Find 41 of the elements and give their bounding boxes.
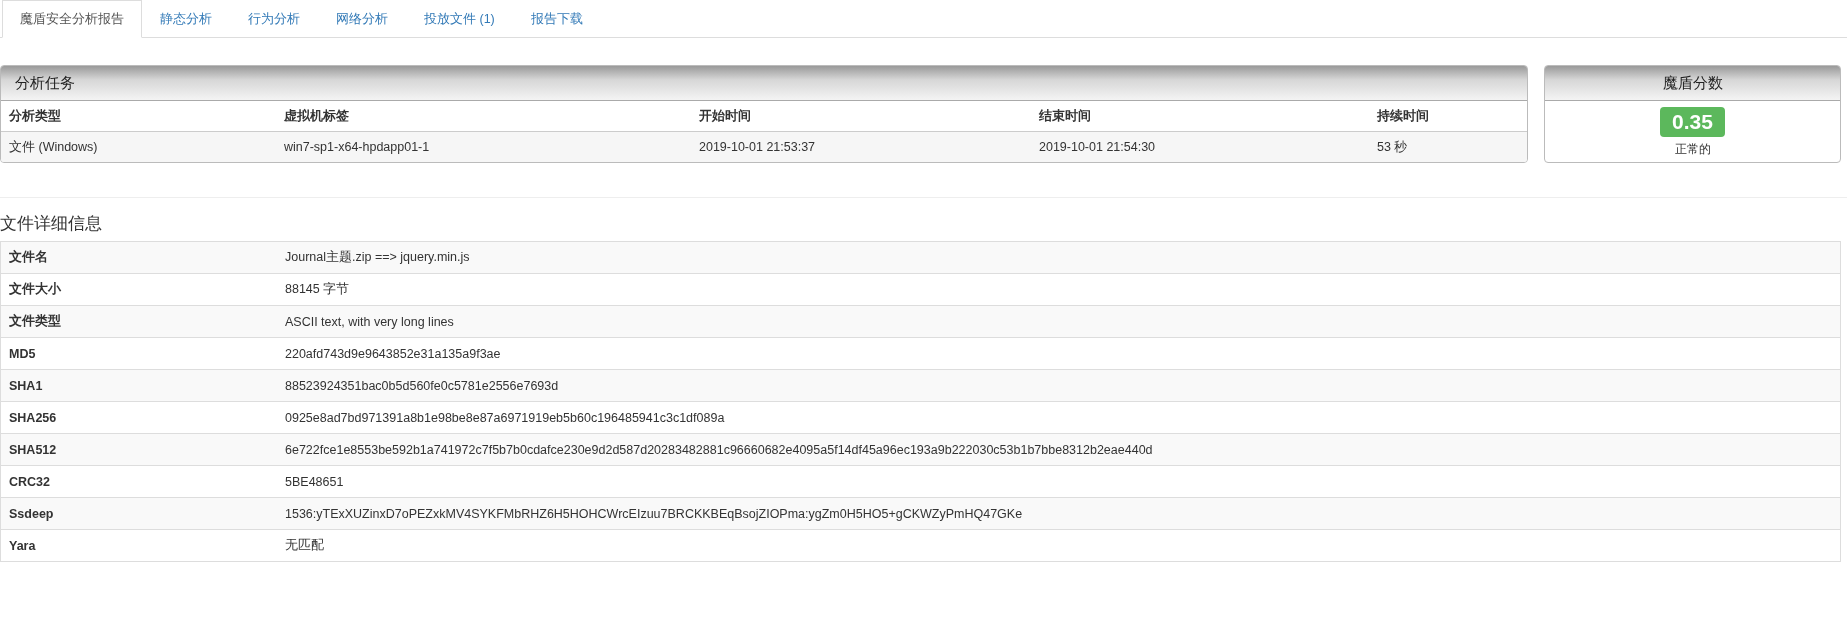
field-value: 6e722fce1e8553be592b1a741972c7f5b7b0cdafce230e9d2d587d20283482881c96660682e4095a5f14df45a96ec193a9b222030c53b1b7bbe8312b2eae440d <box>285 442 1153 457</box>
column-header: 开始时间 <box>699 107 752 125</box>
field-value: 1536:yTExXUZinxD7oPEZxkMV4SYKFMbRHZ6H5HOHCWrcEIzuu7BRCKKBEqBsojZIOPma:ygZm0H5HO5+gCKWZyPmHQ47GKe <box>285 506 1023 521</box>
field-value: 无匹配 <box>285 537 324 554</box>
table-cell-text: win7-sp1-x64-hpdapp01-1 <box>284 140 431 154</box>
field-value: ASCII text, with very long lines <box>285 314 454 329</box>
field-value: Journal主题.zip ==> jquery.min.js <box>285 249 470 266</box>
table-cell-text: 2019-10-01 21:54:30 <box>1039 140 1157 154</box>
verdict-label: 正常的 <box>1674 141 1711 158</box>
score-badge: 0.35 <box>1660 107 1725 137</box>
field-label: SHA512 <box>9 442 58 457</box>
panel-title: 魔盾分数 <box>1545 66 1840 101</box>
column-header: 结束时间 <box>1039 107 1092 125</box>
column-header: 虚拟机标签 <box>284 107 350 125</box>
tab[interactable]: 网络分析 <box>318 0 406 37</box>
field-value: 0925e8ad7bd971391a8b1e98be8e87a6971919eb5b60c196485941c3c1df089a <box>285 410 725 425</box>
table-cell-text: 2019-10-01 21:53:37 <box>699 140 817 154</box>
field-label: Ssdeep <box>9 506 55 521</box>
field-value: 5BE48651 <box>285 474 344 489</box>
tab[interactable]: 静态分析 <box>142 0 230 37</box>
field-value: 88523924351bac0b5d560fe0c5781e2556e7693d <box>285 378 559 393</box>
tab[interactable]: 行为分析 <box>230 0 318 37</box>
table-cell-text: 53 秒 <box>1377 138 1409 156</box>
field-value: 220afd743d9e9643852e31a135a9f3ae <box>285 346 501 361</box>
field-label: 文件类型 <box>9 313 62 330</box>
field-label: Yara <box>9 538 37 553</box>
tab[interactable]: 报告下载 <box>512 0 601 37</box>
field-label: SHA1 <box>9 378 44 393</box>
field-label: CRC32 <box>9 474 51 489</box>
column-header: 持续时间 <box>1377 107 1430 125</box>
section-title: 文件详细信息 <box>0 213 103 235</box>
tab[interactable]: 魔盾安全分析报告 <box>2 0 142 38</box>
column-header: 分析类型 <box>9 107 62 125</box>
field-label: 文件大小 <box>9 281 62 298</box>
field-label: SHA256 <box>9 410 58 425</box>
table-cell-text: 文件 (Windows) <box>9 138 99 156</box>
tab[interactable]: 投放文件 (1) <box>406 0 513 37</box>
field-value: 88145 字节 <box>285 281 350 298</box>
panel-title: 分析任务 <box>1 66 1527 101</box>
field-label: MD5 <box>9 346 37 361</box>
field-label: 文件名 <box>9 249 49 266</box>
